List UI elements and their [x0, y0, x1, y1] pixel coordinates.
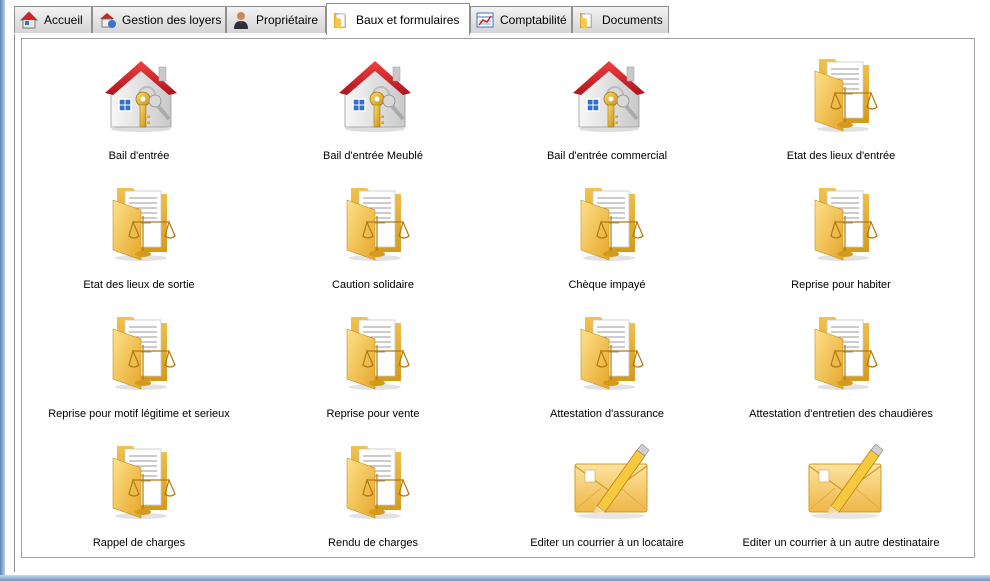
form-item[interactable]: Editer un courrier à un autre destinatai…	[724, 440, 958, 565]
form-item[interactable]: Editer un courrier à un locataire	[490, 440, 724, 565]
tab-label: Comptabilité	[500, 13, 567, 27]
legal-folder-icon	[805, 311, 881, 391]
house-keys-icon	[337, 53, 413, 133]
form-item[interactable]: Rappel de charges	[22, 440, 256, 565]
leases-folder-icon	[334, 12, 346, 29]
legal-folder-icon	[103, 311, 179, 391]
house-keys-icon	[103, 53, 179, 133]
form-item-label: Bail d'entrée	[108, 150, 170, 162]
tab-gestion-des-loyers[interactable]: Gestion des loyers	[92, 6, 226, 33]
form-item[interactable]: Chèque impayé	[490, 182, 724, 307]
forms-grid: Bail d'entrée Bail d'entrée Meublé Bail …	[21, 38, 975, 558]
form-item-label: Reprise pour vente	[326, 408, 420, 420]
legal-folder-icon	[337, 182, 413, 262]
legal-folder-icon	[337, 311, 413, 391]
envelope-pencil-icon	[805, 440, 884, 520]
form-item-label: Bail d'entrée commercial	[546, 150, 668, 162]
form-item-label: Editer un courrier à un autre destinatai…	[742, 537, 940, 549]
legal-folder-icon	[103, 440, 179, 520]
form-item-label: Reprise pour motif légitime et serieux	[48, 408, 230, 420]
form-item[interactable]: Caution solidaire	[256, 182, 490, 307]
tab-content-panel: Bail d'entrée Bail d'entrée Meublé Bail …	[14, 34, 990, 572]
form-item[interactable]: Reprise pour habiter	[724, 182, 958, 307]
tab-label: Gestion des loyers	[122, 13, 222, 27]
envelope-pencil-icon	[571, 440, 650, 520]
tab-label: Baux et formulaires	[356, 12, 460, 27]
tab-strip: Accueil Gestion des loyers Propriétaire …	[14, 0, 990, 35]
tab-label: Accueil	[44, 13, 83, 27]
form-item[interactable]: Bail d'entrée commercial	[490, 53, 724, 178]
legal-folder-icon	[805, 182, 881, 262]
form-item-label: Etat des lieux de sortie	[83, 279, 195, 291]
owner-icon	[234, 12, 248, 29]
tab-baux-et-formulaires[interactable]: Baux et formulaires	[326, 3, 470, 35]
legal-folder-icon	[103, 182, 179, 262]
form-item[interactable]: Etat des lieux d'entrée	[724, 53, 958, 178]
house-keys-icon	[571, 53, 647, 133]
form-item-label: Attestation d'assurance	[549, 408, 664, 420]
form-item-label: Editer un courrier à un locataire	[530, 537, 684, 549]
legal-folder-icon	[571, 311, 647, 391]
form-item[interactable]: Reprise pour vente	[256, 311, 490, 436]
home-icon	[19, 11, 39, 29]
tab-comptabilite[interactable]: Comptabilité	[470, 6, 572, 33]
legal-folder-icon	[571, 182, 647, 262]
window-frame-bottom	[0, 575, 990, 581]
tab-documents[interactable]: Documents	[572, 6, 669, 33]
form-item-label: Chèque impayé	[568, 279, 646, 291]
tab-accueil[interactable]: Accueil	[14, 6, 92, 33]
form-item[interactable]: Attestation d'entretien des chaudières	[724, 311, 958, 436]
documents-folder-icon	[580, 13, 592, 29]
form-item[interactable]: Rendu de charges	[256, 440, 490, 565]
window-frame-left	[0, 0, 5, 581]
form-item[interactable]: Bail d'entrée	[22, 53, 256, 178]
form-item-label: Etat des lieux d'entrée	[786, 150, 896, 162]
form-item-label: Rappel de charges	[92, 537, 186, 549]
legal-folder-icon	[337, 440, 413, 520]
form-item-label: Rendu de charges	[328, 537, 418, 549]
form-item-label: Attestation d'entretien des chaudières	[749, 408, 933, 420]
legal-folder-icon	[805, 53, 881, 133]
rent-management-icon	[100, 13, 116, 28]
tab-label: Documents	[602, 13, 663, 27]
form-item-label: Bail d'entrée Meublé	[323, 150, 423, 162]
form-item[interactable]: Attestation d'assurance	[490, 311, 724, 436]
tab-label: Propriétaire	[256, 13, 319, 27]
accounting-icon	[476, 12, 494, 28]
form-item[interactable]: Reprise pour motif légitime et serieux	[22, 311, 256, 436]
form-item-label: Reprise pour habiter	[791, 279, 891, 291]
form-item[interactable]: Bail d'entrée Meublé	[256, 53, 490, 178]
form-item-label: Caution solidaire	[332, 279, 414, 291]
tab-proprietaire[interactable]: Propriétaire	[226, 6, 326, 33]
form-item[interactable]: Etat des lieux de sortie	[22, 182, 256, 307]
